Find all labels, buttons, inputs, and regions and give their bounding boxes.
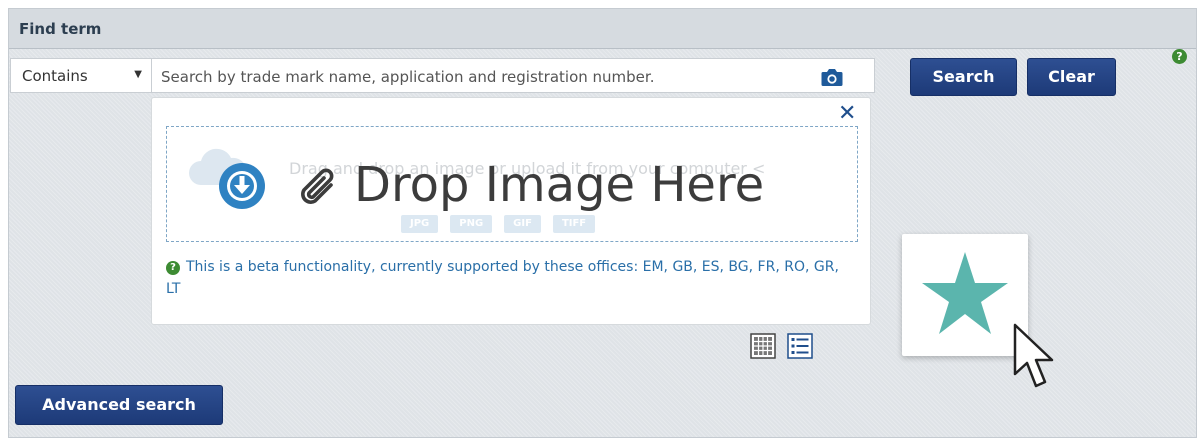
image-drop-zone[interactable]: Drag and drop an image or upload it from… [166, 126, 858, 242]
beta-notice-text: This is a beta functionality, currently … [166, 259, 839, 297]
search-button[interactable]: Search [910, 58, 1017, 96]
camera-icon[interactable] [820, 66, 844, 88]
format-badge: JPG [401, 215, 439, 233]
search-input[interactable] [161, 67, 811, 87]
paperclip-icon [301, 168, 334, 204]
drop-image-label: Drop Image Here [354, 157, 765, 213]
grid-view-icon[interactable] [750, 333, 776, 359]
image-upload-panel: ✕ Drag and drop an image or upload it fr… [151, 97, 871, 325]
help-icon[interactable]: ? [1172, 49, 1187, 64]
star-icon [922, 252, 1008, 334]
match-type-value: Contains [22, 67, 88, 85]
image-thumbnail[interactable] [902, 234, 1028, 356]
format-badge: TIFF [552, 215, 596, 233]
download-circle-icon [219, 163, 265, 209]
format-badge: PNG [450, 215, 493, 233]
close-icon[interactable]: ✕ [838, 102, 856, 126]
help-icon: ? [166, 261, 180, 275]
list-view-icon[interactable] [787, 333, 813, 359]
clear-button[interactable]: Clear [1027, 58, 1116, 96]
cursor-icon [1013, 323, 1054, 388]
format-badges: JPG PNG GIF TIFF [401, 211, 607, 233]
search-box[interactable] [151, 58, 875, 93]
panel-header: Find term [9, 9, 1196, 49]
advanced-search-button[interactable]: Advanced search [15, 385, 223, 425]
beta-notice: ? This is a beta functionality, currently… [166, 256, 856, 300]
panel-title: Find term [19, 20, 102, 38]
match-type-select[interactable]: Contains ▼ [10, 58, 152, 93]
chevron-down-icon: ▼ [134, 69, 142, 80]
format-badge: GIF [504, 215, 541, 233]
